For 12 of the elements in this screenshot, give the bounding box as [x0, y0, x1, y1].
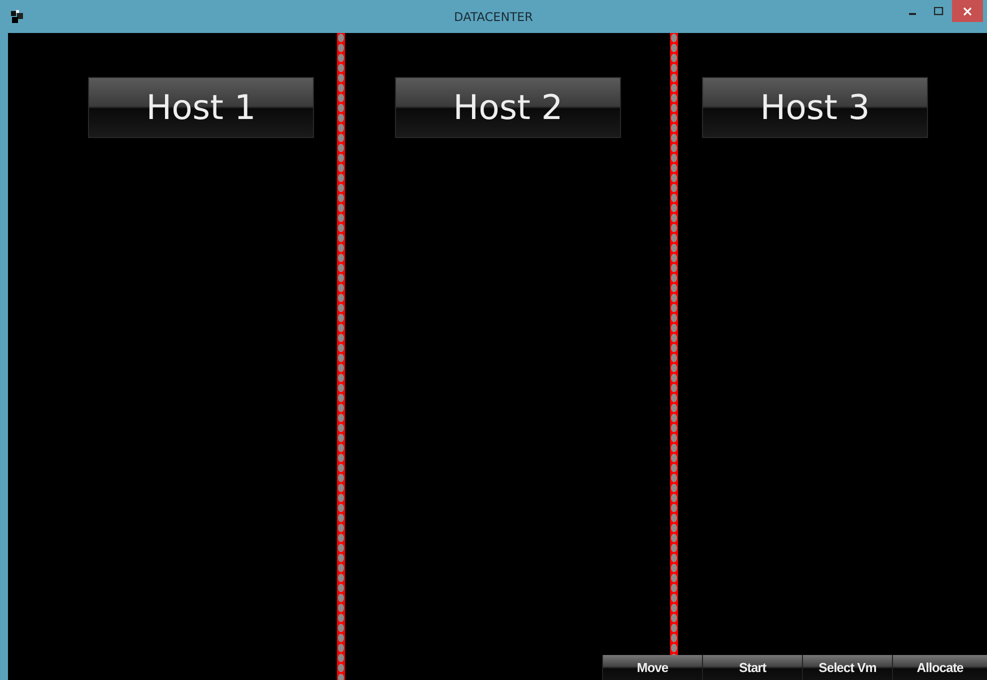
action-button[interactable]: Allocate — [892, 655, 987, 680]
host-button[interactable]: Host 1 — [88, 77, 314, 138]
action-button[interactable]: Start — [702, 655, 802, 680]
host-button[interactable]: Host 3 — [702, 77, 928, 138]
action-button[interactable]: Move — [602, 655, 702, 680]
maximize-icon — [934, 6, 944, 16]
close-button[interactable] — [952, 0, 983, 22]
close-icon — [963, 6, 972, 16]
action-button[interactable]: Select Vm — [802, 655, 892, 680]
window-title: DATACENTER — [454, 10, 533, 24]
app-icon — [10, 10, 24, 24]
host-button[interactable]: Host 2 — [395, 77, 621, 138]
